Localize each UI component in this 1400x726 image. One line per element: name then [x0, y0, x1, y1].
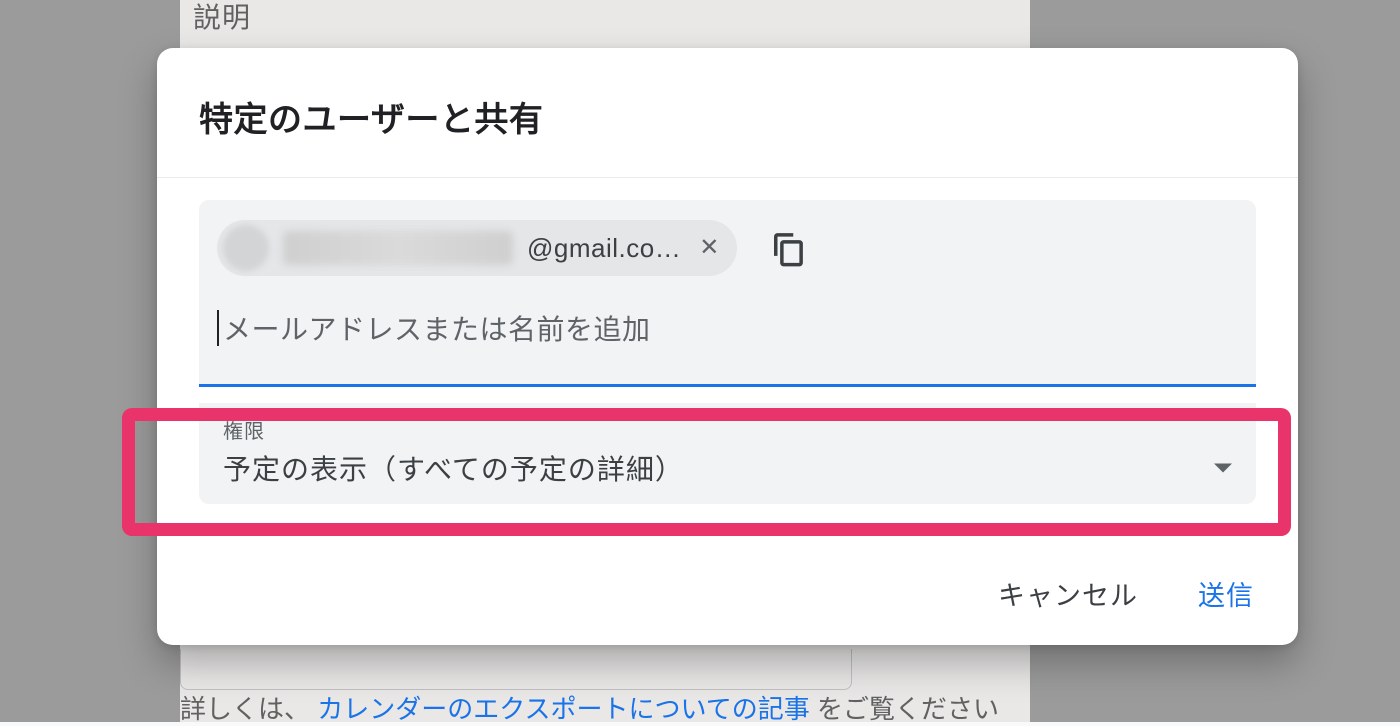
permission-value: 予定の表示（すべての予定の詳細） [223, 448, 684, 488]
email-input-placeholder: メールアドレスまたは名前を追加 [223, 308, 651, 348]
permission-label: 権限 [223, 415, 1232, 444]
cancel-button[interactable]: キャンセル [990, 568, 1146, 619]
background-input-outline [180, 649, 852, 690]
background-description-label: 説明 [193, 0, 251, 36]
background-footer-link[interactable]: カレンダーのエクスポートについての記事 [317, 694, 809, 724]
recipient-name-redacted [283, 231, 513, 265]
permission-value-row: 予定の表示（すべての予定の詳細） [223, 448, 1232, 488]
recipient-chip[interactable]: @gmail.co… ✕ [217, 220, 737, 276]
background-footer-suffix: をご覧ください [817, 694, 999, 724]
chip-row: @gmail.co… ✕ [217, 220, 1238, 276]
dialog-body: @gmail.co… ✕ メールアドレスまたは名前を追加 権限 予定の表示（すべ… [157, 178, 1298, 538]
copy-icon[interactable] [767, 227, 809, 269]
dialog-title: 特定のユーザーと共有 [157, 48, 1298, 177]
share-dialog: 特定のユーザーと共有 @gmail.co… ✕ [157, 48, 1298, 645]
background-footer-prefix: 詳しくは、 [180, 694, 310, 724]
recipient-email-tail: @gmail.co… [527, 233, 681, 264]
chevron-down-icon [1214, 460, 1232, 476]
submit-button[interactable]: 送信 [1190, 568, 1262, 619]
avatar [223, 225, 269, 271]
remove-recipient-button[interactable]: ✕ [695, 232, 723, 264]
email-zone: @gmail.co… ✕ メールアドレスまたは名前を追加 [199, 200, 1256, 387]
dialog-footer: キャンセル 送信 [157, 538, 1298, 645]
background-footer-text: 詳しくは、 カレンダーのエクスポートについての記事 をご覧ください [180, 689, 999, 726]
email-input[interactable]: メールアドレスまたは名前を追加 [217, 308, 1238, 348]
permission-select[interactable]: 権限 予定の表示（すべての予定の詳細） [199, 403, 1256, 504]
text-caret [217, 310, 219, 346]
